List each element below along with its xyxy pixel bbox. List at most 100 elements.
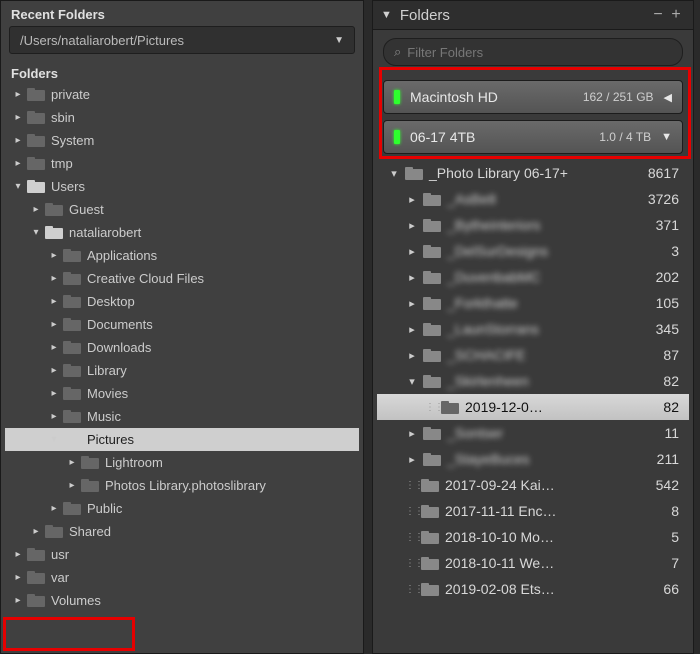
- drag-handle-icon[interactable]: ⋮⋮: [405, 558, 419, 569]
- disclosure-icon[interactable]: [67, 480, 77, 491]
- folder-count: 87: [663, 347, 679, 363]
- tree-node[interactable]: System: [5, 129, 359, 152]
- tree-node[interactable]: Shared: [5, 520, 359, 543]
- tree-node[interactable]: Public: [5, 497, 359, 520]
- folder-row[interactable]: _StayeBuces211: [377, 446, 689, 472]
- minus-button[interactable]: −: [649, 6, 667, 24]
- tree-node[interactable]: Volumes: [5, 589, 359, 612]
- folder-row[interactable]: ⋮⋮2018-10-11 We…7: [377, 550, 689, 576]
- folders-panel-header[interactable]: ▼ Folders − +: [373, 1, 693, 30]
- folder-count: 105: [656, 295, 679, 311]
- folder-list[interactable]: _Photo Library 06-17+8617_AsBe83726_Byth…: [373, 160, 693, 653]
- folder-row[interactable]: _Bytheinteriors371: [377, 212, 689, 238]
- recent-folders-dropdown[interactable]: /Users/nataliarobert/Pictures ▼: [9, 26, 355, 54]
- volume-capacity: 1.0 / 4 TB: [599, 130, 651, 144]
- tree-node[interactable]: Users: [5, 175, 359, 198]
- folder-row[interactable]: _Skirlenheen82: [377, 368, 689, 394]
- disclosure-icon[interactable]: [387, 167, 401, 180]
- disclosure-icon[interactable]: [49, 434, 59, 445]
- disclosure-icon[interactable]: [405, 297, 419, 310]
- drag-handle-icon[interactable]: ⋮⋮: [405, 480, 419, 491]
- tree-node[interactable]: Lightroom: [5, 451, 359, 474]
- disclosure-icon[interactable]: [13, 135, 23, 146]
- disclosure-icon[interactable]: [49, 273, 59, 284]
- folder-row[interactable]: _DelSurDesigns3: [377, 238, 689, 264]
- folder-row[interactable]: _Sontser11: [377, 420, 689, 446]
- disclosure-icon[interactable]: [405, 427, 419, 440]
- folder-row[interactable]: ⋮⋮2017-09-24 Kai…542: [377, 472, 689, 498]
- tree-node[interactable]: Documents: [5, 313, 359, 336]
- folder-row[interactable]: ⋮⋮2018-10-10 Mo…5: [377, 524, 689, 550]
- folder-row[interactable]: ⋮⋮2017-11-11 Enc…8: [377, 498, 689, 524]
- disclosure-icon[interactable]: [49, 365, 59, 376]
- disclosure-icon[interactable]: [31, 227, 41, 238]
- folders-panel: ▼ Folders − + ⌕ Filter Folders Macintosh…: [372, 0, 694, 654]
- disclosure-icon[interactable]: [31, 204, 41, 215]
- tree-node[interactable]: Creative Cloud Files: [5, 267, 359, 290]
- disclosure-icon[interactable]: [405, 193, 419, 206]
- tree-node[interactable]: nataliarobert: [5, 221, 359, 244]
- tree-node[interactable]: tmp: [5, 152, 359, 175]
- disclosure-icon[interactable]: [405, 245, 419, 258]
- disclosure-icon[interactable]: [49, 388, 59, 399]
- filter-folders-input[interactable]: ⌕ Filter Folders: [383, 38, 683, 66]
- folder-icon: [421, 479, 439, 492]
- disclosure-icon[interactable]: [405, 323, 419, 336]
- disclosure-icon[interactable]: [405, 375, 419, 388]
- folder-row[interactable]: ⋮⋮2019-12-0…82: [377, 394, 689, 420]
- folder-row[interactable]: _Forkthatte105: [377, 290, 689, 316]
- volume-arrow-icon[interactable]: ▼: [661, 131, 672, 143]
- disclosure-icon[interactable]: [49, 411, 59, 422]
- tree-node[interactable]: var: [5, 566, 359, 589]
- disclosure-icon[interactable]: [13, 89, 23, 100]
- disclosure-icon[interactable]: [49, 250, 59, 261]
- folder-row[interactable]: _LaunStorrans345: [377, 316, 689, 342]
- disclosure-icon[interactable]: [13, 181, 23, 192]
- disclosure-icon[interactable]: [49, 342, 59, 353]
- disclosure-icon[interactable]: [67, 457, 77, 468]
- drag-handle-icon[interactable]: ⋮⋮: [425, 402, 439, 413]
- folder-row[interactable]: _Photo Library 06-17+8617: [377, 160, 689, 186]
- tree-node[interactable]: Applications: [5, 244, 359, 267]
- tree-node[interactable]: sbin: [5, 106, 359, 129]
- disclosure-icon[interactable]: [13, 549, 23, 560]
- panel-disclosure-icon[interactable]: ▼: [381, 9, 392, 21]
- disclosure-icon[interactable]: [405, 453, 419, 466]
- plus-button[interactable]: +: [667, 6, 685, 24]
- folder-row[interactable]: ⋮⋮2019-02-08 Ets…66: [377, 576, 689, 602]
- tree-node-label: private: [51, 87, 90, 102]
- disclosure-icon[interactable]: [49, 296, 59, 307]
- tree-node[interactable]: Pictures: [5, 428, 359, 451]
- tree-node[interactable]: Desktop: [5, 290, 359, 313]
- tree-node[interactable]: Library: [5, 359, 359, 382]
- volume-bar[interactable]: 06-17 4TB1.0 / 4 TB▼: [383, 120, 683, 154]
- disclosure-icon[interactable]: [13, 112, 23, 123]
- disclosure-icon[interactable]: [13, 158, 23, 169]
- tree-node[interactable]: Photos Library.photoslibrary: [5, 474, 359, 497]
- tree-node[interactable]: Downloads: [5, 336, 359, 359]
- volume-bar[interactable]: Macintosh HD162 / 251 GB◀: [383, 80, 683, 114]
- disclosure-icon[interactable]: [405, 349, 419, 362]
- disclosure-icon[interactable]: [31, 526, 41, 537]
- tree-node[interactable]: usr: [5, 543, 359, 566]
- disclosure-icon[interactable]: [405, 219, 419, 232]
- tree-node[interactable]: private: [5, 83, 359, 106]
- folder-row[interactable]: _AsBe83726: [377, 186, 689, 212]
- disclosure-icon[interactable]: [49, 319, 59, 330]
- drag-handle-icon[interactable]: ⋮⋮: [405, 532, 419, 543]
- disclosure-icon[interactable]: [13, 595, 23, 606]
- tree-node[interactable]: Music: [5, 405, 359, 428]
- tree-node[interactable]: Guest: [5, 198, 359, 221]
- folder-tree[interactable]: private sbinSystem tmp UsersGuestnataliarob…: [1, 83, 363, 653]
- disclosure-icon[interactable]: [405, 271, 419, 284]
- folder-name: _SCHACIFE: [447, 347, 526, 363]
- volume-arrow-icon[interactable]: ◀: [664, 91, 672, 104]
- tree-node-label: tmp: [51, 156, 73, 171]
- drag-handle-icon[interactable]: ⋮⋮: [405, 584, 419, 595]
- folder-row[interactable]: _SCHACIFE 87: [377, 342, 689, 368]
- tree-node[interactable]: Movies: [5, 382, 359, 405]
- disclosure-icon[interactable]: [49, 503, 59, 514]
- disclosure-icon[interactable]: [13, 572, 23, 583]
- drag-handle-icon[interactable]: ⋮⋮: [405, 506, 419, 517]
- folder-row[interactable]: _DuvenbabMC202: [377, 264, 689, 290]
